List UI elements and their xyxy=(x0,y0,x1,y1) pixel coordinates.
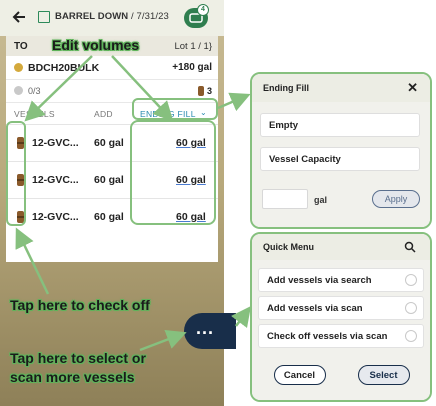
checked-count: 0/3 xyxy=(28,86,41,96)
radio-button[interactable] xyxy=(405,274,417,286)
quick-menu-header: Quick Menu xyxy=(252,234,430,260)
arrow-fab-to-menu xyxy=(231,306,251,328)
search-icon[interactable] xyxy=(404,241,416,253)
more-dots-icon: ... xyxy=(196,318,215,338)
annotation-check-off: Tap here to check off xyxy=(10,297,150,313)
dialog-header: Ending Fill ✕ xyxy=(252,74,430,102)
edit-volumes-highlight xyxy=(130,120,216,225)
add-via-search-item[interactable]: Add vessels via search xyxy=(258,268,424,292)
ending-fill-dialog: Ending Fill ✕ Empty Vessel Capacity gal … xyxy=(250,72,432,229)
apply-label: Apply xyxy=(384,194,408,204)
quick-menu-title: Quick Menu xyxy=(263,242,315,252)
select-all-checkbox[interactable] xyxy=(38,11,50,23)
vessel-add: 60 gal xyxy=(94,211,124,223)
ending-fill-highlight xyxy=(132,98,218,120)
vessel-name[interactable]: 12-GVC... xyxy=(32,174,79,186)
apply-button[interactable]: Apply xyxy=(372,190,420,208)
check-off-via-scan-item[interactable]: Check off vessels via scan xyxy=(258,324,424,348)
top-bar: BARREL DOWN / 7/31/23 4 xyxy=(0,0,224,36)
vessel-name[interactable]: 12-GVC... xyxy=(32,211,79,223)
cancel-button[interactable]: Cancel xyxy=(274,365,326,385)
to-label: TO xyxy=(14,41,28,52)
bulk-gallons: +180 gal xyxy=(172,62,212,73)
empty-option-label: Empty xyxy=(269,120,299,131)
back-arrow-icon[interactable] xyxy=(12,9,28,25)
menu-item-label: Add vessels via scan xyxy=(267,303,363,314)
gallons-unit: gal xyxy=(314,195,328,205)
page-date: / 7/31/23 xyxy=(128,11,169,22)
check-off-highlight xyxy=(6,121,26,226)
vessel-name[interactable]: 12-GVC... xyxy=(32,137,79,149)
annotation-edit-volumes: Edit volumes xyxy=(52,37,140,53)
header-vessels: VESSELS xyxy=(14,109,55,119)
screenshot-root: BARREL DOWN / 7/31/23 4 TO Lot 1 / 1} BD… xyxy=(0,0,436,406)
dialog-body: Empty Vessel Capacity gal Apply xyxy=(252,102,430,227)
menu-item-label: Add vessels via search xyxy=(267,275,372,286)
page-title: BARREL DOWN / 7/31/23 xyxy=(55,11,169,22)
dialog-title: Ending Fill xyxy=(263,83,309,93)
empty-option[interactable]: Empty xyxy=(260,113,420,137)
vessel-add: 60 gal xyxy=(94,137,124,149)
add-via-scan-item[interactable]: Add vessels via scan xyxy=(258,296,424,320)
barrel-icon xyxy=(198,86,204,96)
bulk-dot-icon xyxy=(14,63,23,72)
bulk-row: BDCH20BULK +180 gal xyxy=(6,56,218,80)
annotation-line-1: Tap here to select or xyxy=(10,350,146,366)
gallons-input[interactable] xyxy=(262,189,308,209)
check-circle-icon xyxy=(14,86,23,95)
annotation-line-2: scan more vessels xyxy=(10,369,135,385)
vessel-add: 60 gal xyxy=(94,174,124,186)
lot-selector[interactable]: Lot 1 / 1} xyxy=(174,41,212,52)
cancel-label: Cancel xyxy=(283,370,316,381)
vessel-capacity-option[interactable]: Vessel Capacity xyxy=(260,147,420,171)
radio-button[interactable] xyxy=(405,302,417,314)
notification-badge: 4 xyxy=(197,4,209,16)
select-button[interactable]: Select xyxy=(358,365,410,385)
select-label: Select xyxy=(369,370,398,381)
vessel-count: 3 xyxy=(206,86,212,96)
close-icon[interactable]: ✕ xyxy=(407,80,418,96)
header-add: ADD xyxy=(94,109,113,119)
quick-menu-dialog: Quick Menu Add vessels via search Add ve… xyxy=(250,232,432,402)
radio-button[interactable] xyxy=(405,330,417,342)
annotation-select-more: Tap here to select or scan more vessels xyxy=(10,349,146,387)
bulk-name: BDCH20BULK xyxy=(28,62,100,74)
menu-item-label: Check off vessels via scan xyxy=(267,331,388,342)
vessel-capacity-label: Vessel Capacity xyxy=(269,154,341,165)
